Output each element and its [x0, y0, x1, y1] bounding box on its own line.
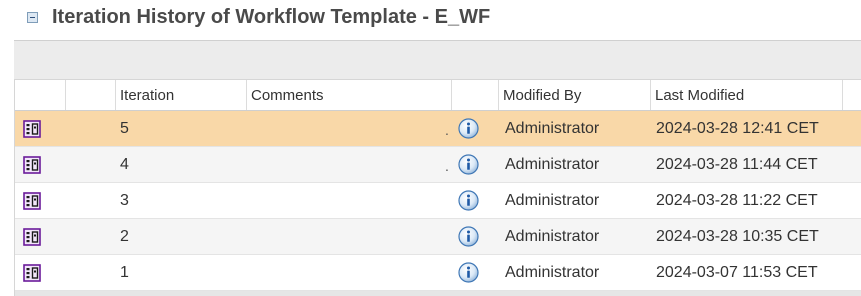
cell-modified-by: Administrator [505, 264, 600, 281]
table-row[interactable]: 1 Administrator 2024-03-07 11:53 CET [15, 255, 861, 291]
cell-last-modified: 2024-03-28 12:41 CET [656, 120, 819, 137]
cell-modified-by: Administrator [505, 120, 600, 137]
workflow-template-icon[interactable] [23, 264, 41, 282]
cell-last-modified: 2024-03-28 10:35 CET [656, 228, 819, 245]
table-row[interactable]: 4. Administrator 2024-03-28 11:44 CET [15, 147, 861, 183]
horizontal-scrollbar[interactable] [15, 291, 861, 296]
cell-comments [250, 111, 440, 146]
info-icon[interactable] [458, 262, 479, 283]
header-iteration[interactable]: Iteration [115, 80, 246, 110]
table-row[interactable]: 3 Administrator 2024-03-28 11:22 CET [15, 183, 861, 219]
info-icon[interactable] [458, 154, 479, 175]
cell-comments [250, 255, 440, 290]
header-type-column[interactable] [15, 80, 65, 110]
header-modified-by[interactable]: Modified By [498, 80, 650, 110]
cell-iteration: 2 [120, 228, 129, 245]
info-icon[interactable] [458, 190, 479, 211]
table-row[interactable]: 5. Administrator 2024-03-28 12:41 CET [15, 111, 861, 147]
cell-comment-marker: . [445, 158, 449, 174]
cell-iteration: 5 [120, 120, 129, 137]
cell-comments [250, 147, 440, 182]
cell-iteration: 3 [120, 192, 129, 209]
workflow-template-icon[interactable] [23, 192, 41, 210]
cell-comments [250, 183, 440, 218]
header-info-column[interactable] [451, 80, 498, 110]
table-header-row: Iteration Comments Modified By Last Modi… [15, 80, 861, 111]
workflow-template-icon[interactable] [23, 120, 41, 138]
header-extra-column [842, 80, 861, 110]
collapse-icon[interactable] [27, 12, 38, 23]
cell-modified-by: Administrator [505, 228, 600, 245]
cell-iteration: 1 [120, 264, 129, 281]
info-icon[interactable] [458, 118, 479, 139]
header-comments[interactable]: Comments [246, 80, 451, 110]
cell-comments [250, 219, 440, 254]
panel-title: Iteration History of Workflow Template -… [52, 6, 491, 28]
table-toolbar [14, 40, 861, 80]
header-last-modified[interactable]: Last Modified [650, 80, 842, 110]
cell-last-modified: 2024-03-28 11:44 CET [656, 156, 818, 173]
panel-header: Iteration History of Workflow Template -… [0, 0, 861, 40]
cell-modified-by: Administrator [505, 192, 600, 209]
cell-last-modified: 2024-03-28 11:22 CET [656, 192, 818, 209]
workflow-template-icon[interactable] [23, 156, 41, 174]
workflow-template-icon[interactable] [23, 228, 41, 246]
cell-last-modified: 2024-03-07 11:53 CET [656, 264, 818, 281]
header-select-column[interactable] [65, 80, 115, 110]
cell-comment-marker: . [445, 122, 449, 138]
iteration-history-table: Iteration Comments Modified By Last Modi… [15, 80, 861, 291]
info-icon[interactable] [458, 226, 479, 247]
table-row[interactable]: 2 Administrator 2024-03-28 10:35 CET [15, 219, 861, 255]
cell-iteration: 4 [120, 156, 129, 173]
cell-modified-by: Administrator [505, 156, 600, 173]
